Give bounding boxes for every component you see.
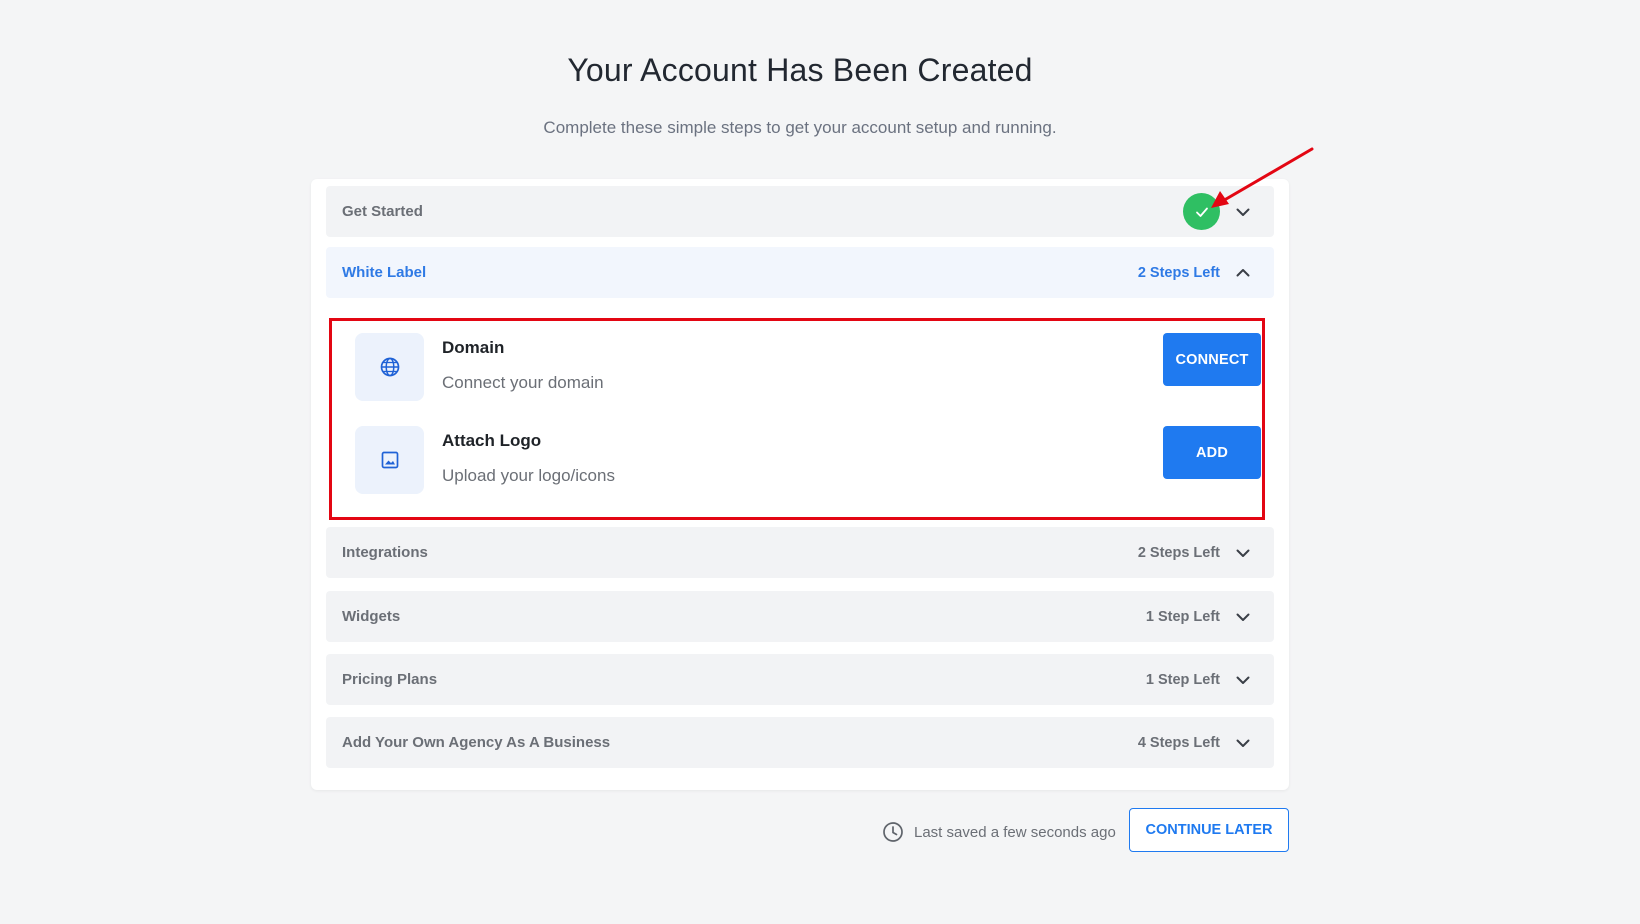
- section-title: Get Started: [342, 203, 423, 220]
- step-title: Attach Logo: [442, 431, 542, 450]
- onboarding-page: Your Account Has Been Created Complete t…: [0, 0, 1640, 924]
- globe-icon: [355, 333, 424, 401]
- chevron-down-icon[interactable]: [1234, 544, 1252, 562]
- steps-left-label: 2 Steps Left: [1137, 544, 1220, 561]
- steps-left-label: 1 Step Left: [1145, 608, 1220, 625]
- setup-checklist-card: Get Started White Label 2 Steps Left Dom…: [311, 179, 1289, 790]
- chevron-down-icon[interactable]: [1234, 608, 1252, 626]
- completed-check-icon: [1183, 193, 1220, 230]
- page-title: Your Account Has Been Created: [567, 52, 1033, 88]
- continue-later-button[interactable]: CONTINUE LATER: [1129, 808, 1289, 852]
- section-title: Integrations: [342, 544, 428, 561]
- last-saved-status: Last saved a few seconds ago: [882, 820, 1116, 844]
- section-integrations[interactable]: Integrations 2 Steps Left: [326, 527, 1274, 578]
- clock-icon: [883, 822, 903, 842]
- page-subtitle: Complete these simple steps to get your …: [543, 118, 1057, 137]
- section-pricing-plans[interactable]: Pricing Plans 1 Step Left: [326, 654, 1274, 705]
- add-logo-button[interactable]: ADD: [1163, 426, 1261, 479]
- steps-left-label: 2 Steps Left: [1137, 264, 1220, 281]
- step-description: Connect your domain: [442, 373, 604, 392]
- steps-left-label: 4 Steps Left: [1137, 734, 1220, 751]
- section-widgets[interactable]: Widgets 1 Step Left: [326, 591, 1274, 642]
- chevron-down-icon[interactable]: [1234, 671, 1252, 689]
- step-title: Domain: [442, 338, 505, 357]
- chevron-down-icon[interactable]: [1234, 203, 1252, 221]
- section-title: Add Your Own Agency As A Business: [342, 734, 611, 751]
- section-title: White Label: [342, 264, 427, 281]
- connect-domain-button[interactable]: CONNECT: [1163, 333, 1261, 386]
- step-description: Upload your logo/icons: [442, 466, 615, 485]
- chevron-up-icon[interactable]: [1234, 264, 1252, 282]
- section-add-agency[interactable]: Add Your Own Agency As A Business 4 Step…: [326, 717, 1274, 768]
- step-domain: Domain Connect your domain CONNECT: [355, 333, 1261, 401]
- last-saved-text: Last saved a few seconds ago: [914, 823, 1116, 841]
- section-white-label[interactable]: White Label 2 Steps Left: [326, 247, 1274, 298]
- chevron-down-icon[interactable]: [1234, 734, 1252, 752]
- section-get-started[interactable]: Get Started: [326, 186, 1274, 237]
- step-attach-logo: Attach Logo Upload your logo/icons ADD: [355, 426, 1261, 494]
- section-title: Widgets: [342, 608, 401, 625]
- section-title: Pricing Plans: [342, 671, 438, 688]
- image-icon: [355, 426, 424, 494]
- steps-left-label: 1 Step Left: [1145, 671, 1220, 688]
